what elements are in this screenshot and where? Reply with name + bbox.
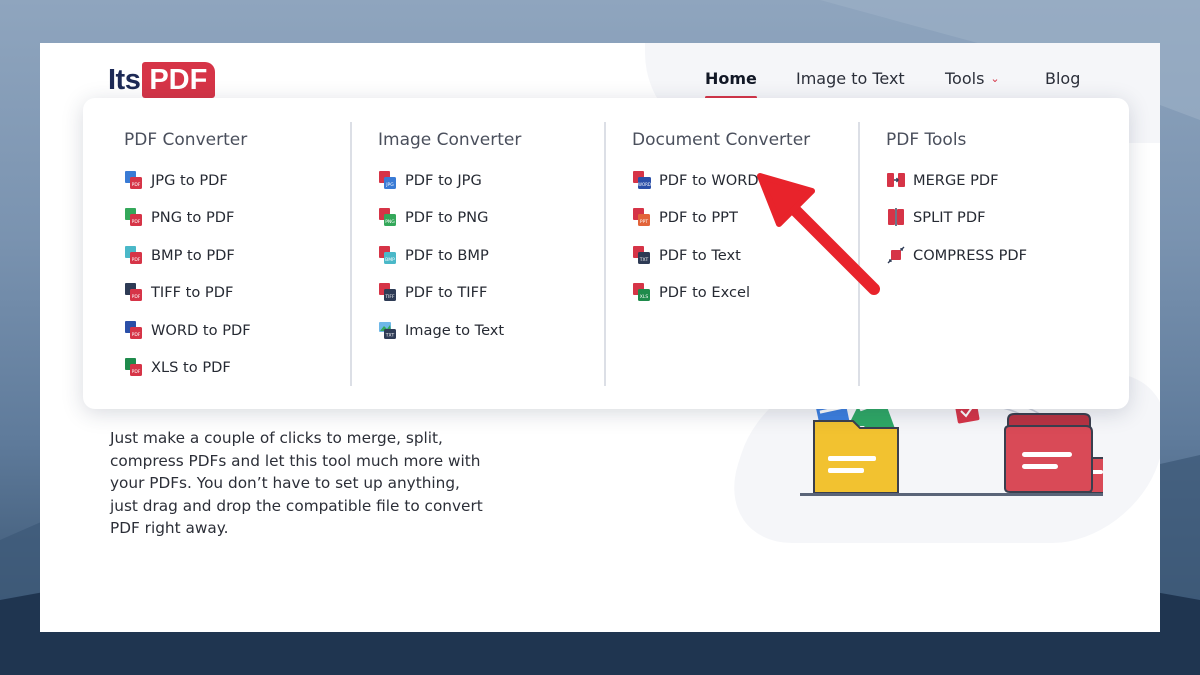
compress-pdf-icon: [887, 246, 905, 264]
menu-item-label: PDF to BMP: [405, 246, 489, 264]
svg-text:PDF: PDF: [132, 332, 141, 338]
menu-item-tiff-to-pdf[interactable]: PDF TIFF to PDF: [124, 280, 233, 304]
chevron-down-icon: ⌄: [990, 72, 1000, 85]
column-image-converter: Image Converter JPG PDF to JPG PNG PDF t…: [337, 98, 591, 409]
menu-item-pdf-to-tiff[interactable]: TIFF PDF to TIFF: [378, 280, 487, 304]
menu-item-compress-pdf[interactable]: COMPRESS PDF: [886, 243, 1027, 267]
pdf-to-jpg-icon: JPG: [379, 171, 396, 189]
menu-item-label: PNG to PDF: [151, 208, 235, 226]
svg-text:PDF: PDF: [132, 369, 141, 375]
svg-text:PDF: PDF: [132, 294, 141, 300]
menu-item-pdf-to-png[interactable]: PNG PDF to PNG: [378, 205, 488, 229]
nav-tools[interactable]: Tools ⌄: [945, 69, 1000, 88]
menu-item-label: COMPRESS PDF: [913, 246, 1028, 264]
png-file-icon: PDF: [125, 208, 142, 226]
xls-file-icon: PDF: [125, 358, 142, 376]
menu-item-label: JPG to PDF: [151, 171, 228, 189]
merge-pdf-icon: [887, 173, 905, 187]
nav-blog-label: Blog: [1045, 69, 1081, 88]
menu-item-png-to-pdf[interactable]: PDF PNG to PDF: [124, 205, 234, 229]
pdf-to-tiff-icon: TIFF: [379, 283, 396, 301]
menu-item-word-to-pdf[interactable]: PDF WORD to PDF: [124, 318, 251, 342]
menu-item-xls-to-pdf[interactable]: PDF XLS to PDF: [124, 355, 231, 379]
nav-image-to-text-label: Image to Text: [796, 69, 905, 88]
svg-text:BMP: BMP: [385, 257, 395, 263]
pdf-to-word-icon: WORD: [633, 171, 651, 189]
column-document-converter: Document Converter WORD PDF to WORD PPT …: [591, 98, 845, 409]
menu-item-label: PDF to Text: [659, 246, 741, 264]
menu-item-label: BMP to PDF: [151, 246, 235, 264]
menu-item-pdf-to-jpg[interactable]: JPG PDF to JPG: [378, 168, 482, 192]
menu-item-label: Image to Text: [405, 321, 505, 339]
menu-item-pdf-to-ppt[interactable]: PPT PDF to PPT: [632, 205, 738, 229]
svg-text:TIFF: TIFF: [384, 294, 395, 300]
menu-item-label: PDF to Excel: [659, 283, 751, 301]
pdf-to-excel-icon: XLS: [633, 283, 650, 301]
word-file-icon: PDF: [125, 321, 142, 339]
menu-item-pdf-to-word[interactable]: WORD PDF to WORD: [632, 168, 759, 192]
menu-item-split-pdf[interactable]: SPLIT PDF: [886, 205, 985, 229]
nav-home[interactable]: Home: [705, 69, 757, 99]
red-folder-illustration: [1004, 413, 1093, 493]
nav-home-label: Home: [705, 69, 757, 88]
menu-item-label: XLS to PDF: [151, 358, 231, 376]
menu-item-label: PDF to PPT: [659, 208, 738, 226]
menu-item-label: PDF to TIFF: [405, 283, 488, 301]
menu-item-label: PDF to JPG: [405, 171, 482, 189]
column-title: PDF Tools: [886, 130, 967, 150]
pdf-to-bmp-icon: BMP: [379, 246, 396, 264]
menu-item-label: TIFF to PDF: [151, 283, 234, 301]
jpg-file-icon: PDF: [125, 171, 142, 189]
svg-text:PDF: PDF: [132, 257, 141, 263]
menu-item-pdf-to-bmp[interactable]: BMP PDF to BMP: [378, 243, 489, 267]
nav-tools-label: Tools: [945, 69, 985, 88]
nav-image-to-text[interactable]: Image to Text: [796, 69, 905, 88]
svg-text:XLS: XLS: [640, 294, 649, 300]
svg-text:JPG: JPG: [385, 182, 394, 188]
svg-text:WORD: WORD: [638, 182, 651, 187]
menu-item-pdf-to-text[interactable]: TXT PDF to Text: [632, 243, 741, 267]
menu-item-label: PDF to PNG: [405, 208, 489, 226]
pdf-to-png-icon: PNG: [379, 208, 396, 226]
tools-dropdown-menu: PDF Converter PDF JPG to PDF PDF PNG to …: [83, 98, 1129, 409]
column-pdf-converter: PDF Converter PDF JPG to PDF PDF PNG to …: [83, 98, 351, 409]
svg-text:TXT: TXT: [385, 333, 395, 339]
menu-item-pdf-to-excel[interactable]: XLS PDF to Excel: [632, 280, 750, 304]
svg-text:PDF: PDF: [132, 219, 141, 225]
image-to-text-icon: TXT: [379, 322, 396, 339]
nav-blog[interactable]: Blog: [1045, 69, 1080, 88]
svg-text:TXT: TXT: [639, 257, 649, 263]
column-title: Document Converter: [632, 130, 811, 150]
menu-item-label: SPLIT PDF: [913, 208, 986, 226]
menu-item-bmp-to-pdf[interactable]: PDF BMP to PDF: [124, 243, 235, 267]
hero-description: Just make a couple of clicks to merge, s…: [110, 429, 483, 538]
pdf-to-ppt-icon: PPT: [633, 208, 650, 226]
column-title: PDF Converter: [124, 130, 248, 150]
menu-item-label: PDF to WORD: [659, 171, 759, 189]
menu-item-jpg-to-pdf[interactable]: PDF JPG to PDF: [124, 168, 228, 192]
svg-text:PNG: PNG: [385, 219, 395, 225]
column-pdf-tools: PDF Tools MERGE PDF SPLIT PDF COMPRESS P…: [845, 98, 1129, 409]
menu-item-merge-pdf[interactable]: MERGE PDF: [886, 168, 999, 192]
bmp-file-icon: PDF: [125, 246, 142, 264]
menu-item-label: MERGE PDF: [913, 171, 999, 189]
svg-text:PPT: PPT: [640, 219, 648, 225]
pdf-to-text-icon: TXT: [633, 246, 650, 264]
menu-item-image-to-text[interactable]: TXT Image to Text: [378, 318, 504, 342]
column-title: Image Converter: [378, 130, 522, 150]
split-pdf-icon: [888, 208, 904, 226]
svg-text:PDF: PDF: [132, 182, 141, 188]
menu-item-label: WORD to PDF: [151, 321, 251, 339]
main-nav: Home Image to Text Tools ⌄ Blog: [40, 69, 1160, 99]
tiff-file-icon: PDF: [125, 283, 142, 301]
